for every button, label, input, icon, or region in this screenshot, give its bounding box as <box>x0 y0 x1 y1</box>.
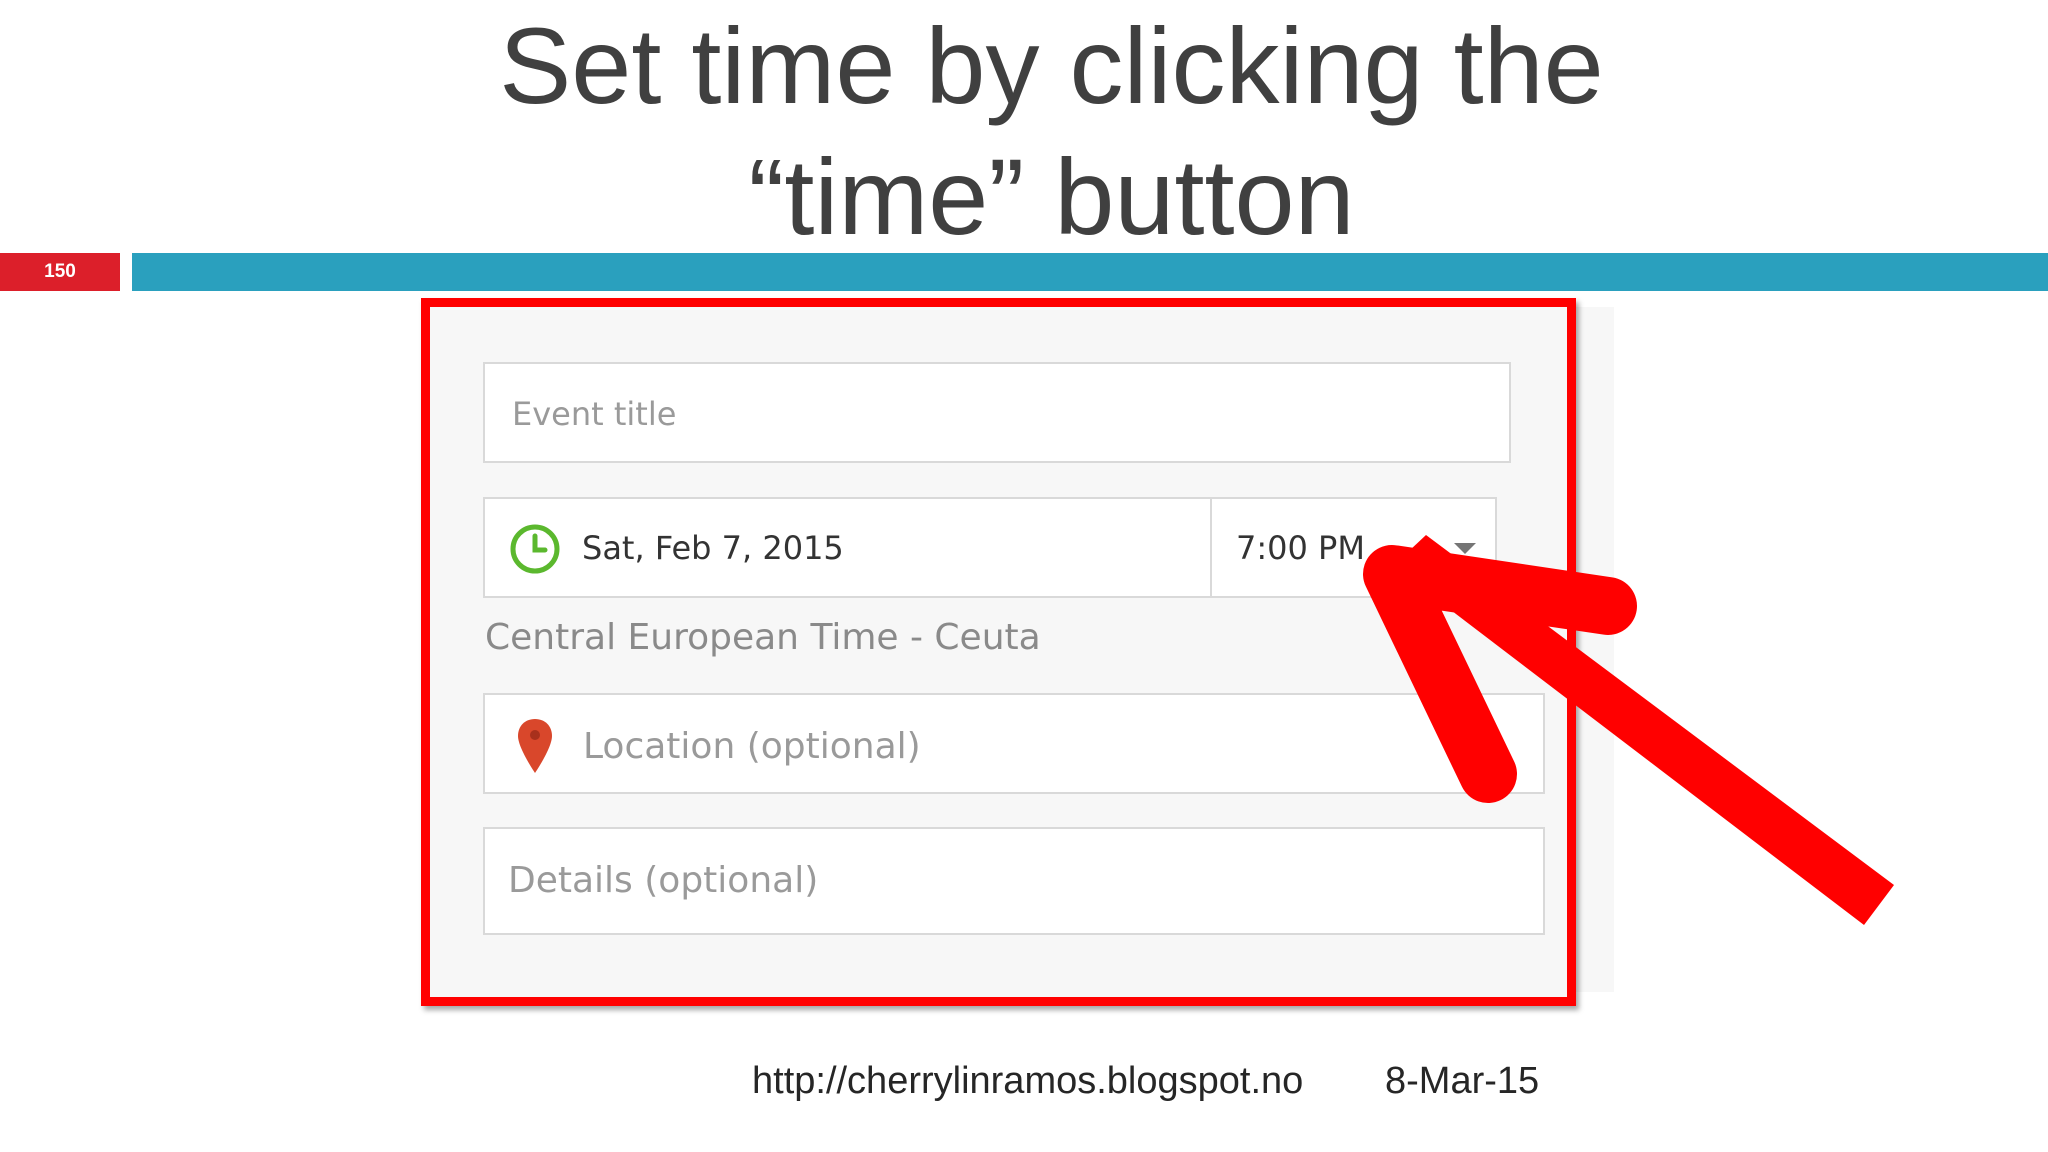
slide-title-line-2: “time” button <box>748 136 1355 257</box>
footer-date: 8-Mar-15 <box>1385 1060 1540 1102</box>
map-pin-icon <box>518 719 552 773</box>
slide-title: Set time by clicking the “time” button <box>0 0 2048 262</box>
footer-source: http://cherrylinramos.blogspot.no <box>752 1060 1304 1102</box>
details-field[interactable]: Details (optional) <box>483 827 1545 935</box>
slide-title-line-1: Set time by clicking the <box>499 5 1604 126</box>
time-button[interactable]: 7:00 PM <box>1210 497 1497 598</box>
header-rule-bar <box>132 253 2048 291</box>
event-title-placeholder: Event title <box>512 395 677 433</box>
slide-number: 150 <box>0 253 120 291</box>
time-value: 7:00 PM <box>1236 529 1365 567</box>
caret-down-icon[interactable] <box>1454 543 1476 554</box>
timezone-label: Central European Time - Ceuta <box>485 617 1041 658</box>
event-title-field[interactable]: Event title <box>483 362 1511 463</box>
location-placeholder: Location (optional) <box>583 726 921 767</box>
clock-icon <box>510 524 560 574</box>
location-field[interactable]: Location (optional) <box>483 693 1545 794</box>
date-field[interactable]: Sat, Feb 7, 2015 <box>483 497 1212 598</box>
date-value: Sat, Feb 7, 2015 <box>582 529 844 567</box>
event-form-screenshot: Event title Sat, Feb 7, 2015 7:00 PM Cen… <box>421 298 1576 1006</box>
details-placeholder: Details (optional) <box>508 860 819 901</box>
